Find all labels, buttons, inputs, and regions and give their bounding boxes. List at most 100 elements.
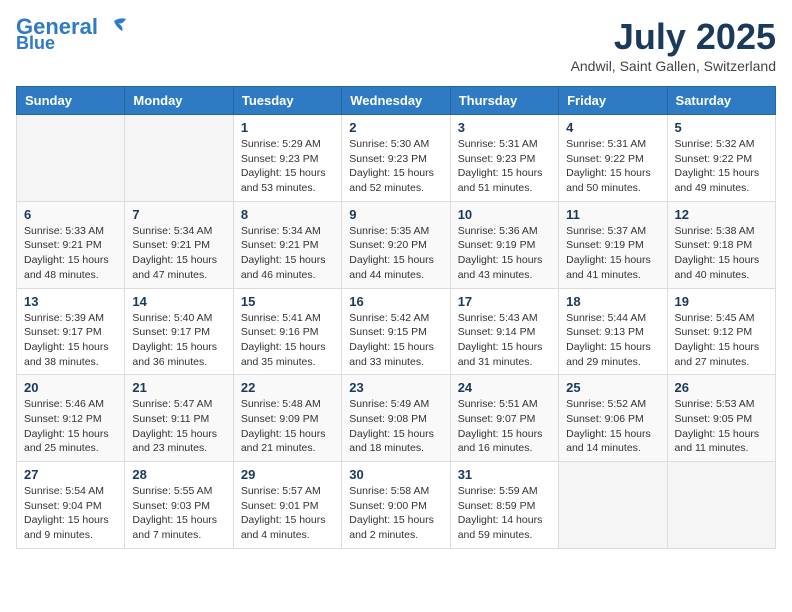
day-number: 23 <box>349 380 442 395</box>
day-info: Sunrise: 5:34 AM Sunset: 9:21 PM Dayligh… <box>241 224 334 283</box>
weekday-header: Monday <box>125 87 233 115</box>
day-number: 24 <box>458 380 551 395</box>
day-info: Sunrise: 5:41 AM Sunset: 9:16 PM Dayligh… <box>241 311 334 370</box>
calendar-cell: 14Sunrise: 5:40 AM Sunset: 9:17 PM Dayli… <box>125 288 233 375</box>
day-number: 3 <box>458 120 551 135</box>
day-number: 18 <box>566 294 659 309</box>
day-info: Sunrise: 5:34 AM Sunset: 9:21 PM Dayligh… <box>132 224 225 283</box>
day-info: Sunrise: 5:52 AM Sunset: 9:06 PM Dayligh… <box>566 397 659 456</box>
calendar-cell: 4Sunrise: 5:31 AM Sunset: 9:22 PM Daylig… <box>559 115 667 202</box>
day-info: Sunrise: 5:38 AM Sunset: 9:18 PM Dayligh… <box>675 224 768 283</box>
logo-blue-text: Blue <box>16 34 55 52</box>
day-number: 9 <box>349 207 442 222</box>
calendar-cell: 13 Sunrise: 5:39 AM Sunset: 9:17 PM Dayli… <box>17 288 125 375</box>
calendar-cell: 27 Sunrise: 5:54 AM Sunset: 9:04 PM Dayli… <box>17 462 125 549</box>
day-number: 28 <box>132 467 225 482</box>
day-info: Sunrise: 5:51 AM Sunset: 9:07 PM Dayligh… <box>458 397 551 456</box>
calendar-week-row: 13 Sunrise: 5:39 AM Sunset: 9:17 PM Dayli… <box>17 288 776 375</box>
calendar-cell: 1Sunrise: 5:29 AM Sunset: 9:23 PM Daylig… <box>233 115 341 202</box>
calendar-cell: 15 Sunrise: 5:41 AM Sunset: 9:16 PM Dayli… <box>233 288 341 375</box>
calendar-cell <box>17 115 125 202</box>
calendar-cell: 3 Sunrise: 5:31 AM Sunset: 9:23 PM Daylig… <box>450 115 558 202</box>
calendar-cell: 8 Sunrise: 5:34 AM Sunset: 9:21 PM Daylig… <box>233 201 341 288</box>
calendar-cell: 6 Sunrise: 5:33 AM Sunset: 9:21 PM Daylig… <box>17 201 125 288</box>
calendar-week-row: 1Sunrise: 5:29 AM Sunset: 9:23 PM Daylig… <box>17 115 776 202</box>
weekday-header: Wednesday <box>342 87 450 115</box>
weekday-header: Sunday <box>17 87 125 115</box>
day-info: Sunrise: 5:49 AM Sunset: 9:08 PM Dayligh… <box>349 397 442 456</box>
day-number: 17 <box>458 294 551 309</box>
page-header: General Blue July 2025 Andwil, Saint Gal… <box>16 16 776 74</box>
calendar-cell: 25Sunrise: 5:52 AM Sunset: 9:06 PM Dayli… <box>559 375 667 462</box>
day-info: Sunrise: 5:35 AM Sunset: 9:20 PM Dayligh… <box>349 224 442 283</box>
logo-bird-icon <box>100 17 128 37</box>
calendar-cell: 30 Sunrise: 5:58 AM Sunset: 9:00 PM Dayli… <box>342 462 450 549</box>
day-number: 2 <box>349 120 442 135</box>
calendar-cell: 23 Sunrise: 5:49 AM Sunset: 9:08 PM Dayli… <box>342 375 450 462</box>
day-number: 13 <box>24 294 117 309</box>
calendar-cell: 12Sunrise: 5:38 AM Sunset: 9:18 PM Dayli… <box>667 201 775 288</box>
calendar-cell: 2 Sunrise: 5:30 AM Sunset: 9:23 PM Daylig… <box>342 115 450 202</box>
calendar-table: SundayMondayTuesdayWednesdayThursdayFrid… <box>16 86 776 549</box>
day-info: Sunrise: 5:46 AM Sunset: 9:12 PM Dayligh… <box>24 397 117 456</box>
day-info: Sunrise: 5:37 AM Sunset: 9:19 PM Dayligh… <box>566 224 659 283</box>
calendar-cell: 7 Sunrise: 5:34 AM Sunset: 9:21 PM Daylig… <box>125 201 233 288</box>
calendar-cell: 24 Sunrise: 5:51 AM Sunset: 9:07 PM Dayli… <box>450 375 558 462</box>
day-info: Sunrise: 5:53 AM Sunset: 9:05 PM Dayligh… <box>675 397 768 456</box>
day-number: 7 <box>132 207 225 222</box>
calendar-cell: 9 Sunrise: 5:35 AM Sunset: 9:20 PM Daylig… <box>342 201 450 288</box>
day-number: 20 <box>24 380 117 395</box>
day-info: Sunrise: 5:40 AM Sunset: 9:17 PM Dayligh… <box>132 311 225 370</box>
calendar-header-row: SundayMondayTuesdayWednesdayThursdayFrid… <box>17 87 776 115</box>
calendar-cell <box>125 115 233 202</box>
day-info: Sunrise: 5:47 AM Sunset: 9:11 PM Dayligh… <box>132 397 225 456</box>
calendar-cell: 28 Sunrise: 5:55 AM Sunset: 9:03 PM Dayli… <box>125 462 233 549</box>
day-number: 27 <box>24 467 117 482</box>
day-info: Sunrise: 5:29 AM Sunset: 9:23 PM Dayligh… <box>241 137 334 196</box>
day-number: 16 <box>349 294 442 309</box>
calendar-cell: 10Sunrise: 5:36 AM Sunset: 9:19 PM Dayli… <box>450 201 558 288</box>
day-info: Sunrise: 5:31 AM Sunset: 9:23 PM Dayligh… <box>458 137 551 196</box>
day-info: Sunrise: 5:43 AM Sunset: 9:14 PM Dayligh… <box>458 311 551 370</box>
day-info: Sunrise: 5:54 AM Sunset: 9:04 PM Dayligh… <box>24 484 117 543</box>
day-number: 6 <box>24 207 117 222</box>
day-info: Sunrise: 5:36 AM Sunset: 9:19 PM Dayligh… <box>458 224 551 283</box>
day-number: 11 <box>566 207 659 222</box>
day-number: 31 <box>458 467 551 482</box>
weekday-header: Friday <box>559 87 667 115</box>
calendar-cell: 5 Sunrise: 5:32 AM Sunset: 9:22 PM Daylig… <box>667 115 775 202</box>
calendar-cell: 19Sunrise: 5:45 AM Sunset: 9:12 PM Dayli… <box>667 288 775 375</box>
day-info: Sunrise: 5:57 AM Sunset: 9:01 PM Dayligh… <box>241 484 334 543</box>
day-info: Sunrise: 5:45 AM Sunset: 9:12 PM Dayligh… <box>675 311 768 370</box>
location: Andwil, Saint Gallen, Switzerland <box>571 58 776 74</box>
calendar-cell: 16 Sunrise: 5:42 AM Sunset: 9:15 PM Dayli… <box>342 288 450 375</box>
day-number: 29 <box>241 467 334 482</box>
weekday-header: Tuesday <box>233 87 341 115</box>
calendar-cell: 21Sunrise: 5:47 AM Sunset: 9:11 PM Dayli… <box>125 375 233 462</box>
calendar-cell: 18 Sunrise: 5:44 AM Sunset: 9:13 PM Dayli… <box>559 288 667 375</box>
day-info: Sunrise: 5:30 AM Sunset: 9:23 PM Dayligh… <box>349 137 442 196</box>
day-info: Sunrise: 5:55 AM Sunset: 9:03 PM Dayligh… <box>132 484 225 543</box>
weekday-header: Saturday <box>667 87 775 115</box>
logo: General Blue <box>16 16 128 52</box>
day-number: 8 <box>241 207 334 222</box>
calendar-week-row: 20 Sunrise: 5:46 AM Sunset: 9:12 PM Dayli… <box>17 375 776 462</box>
day-number: 30 <box>349 467 442 482</box>
day-info: Sunrise: 5:33 AM Sunset: 9:21 PM Dayligh… <box>24 224 117 283</box>
day-number: 5 <box>675 120 768 135</box>
weekday-header: Thursday <box>450 87 558 115</box>
day-info: Sunrise: 5:59 AM Sunset: 8:59 PM Dayligh… <box>458 484 551 543</box>
day-info: Sunrise: 5:58 AM Sunset: 9:00 PM Dayligh… <box>349 484 442 543</box>
calendar-cell: 11 Sunrise: 5:37 AM Sunset: 9:19 PM Dayli… <box>559 201 667 288</box>
day-info: Sunrise: 5:32 AM Sunset: 9:22 PM Dayligh… <box>675 137 768 196</box>
day-info: Sunrise: 5:42 AM Sunset: 9:15 PM Dayligh… <box>349 311 442 370</box>
day-info: Sunrise: 5:44 AM Sunset: 9:13 PM Dayligh… <box>566 311 659 370</box>
title-block: July 2025 Andwil, Saint Gallen, Switzerl… <box>571 16 776 74</box>
calendar-cell: 20 Sunrise: 5:46 AM Sunset: 9:12 PM Dayli… <box>17 375 125 462</box>
calendar-cell: 26Sunrise: 5:53 AM Sunset: 9:05 PM Dayli… <box>667 375 775 462</box>
calendar-week-row: 6 Sunrise: 5:33 AM Sunset: 9:21 PM Daylig… <box>17 201 776 288</box>
day-number: 4 <box>566 120 659 135</box>
day-info: Sunrise: 5:39 AM Sunset: 9:17 PM Dayligh… <box>24 311 117 370</box>
calendar-cell: 31 Sunrise: 5:59 AM Sunset: 8:59 PM Dayli… <box>450 462 558 549</box>
day-number: 15 <box>241 294 334 309</box>
